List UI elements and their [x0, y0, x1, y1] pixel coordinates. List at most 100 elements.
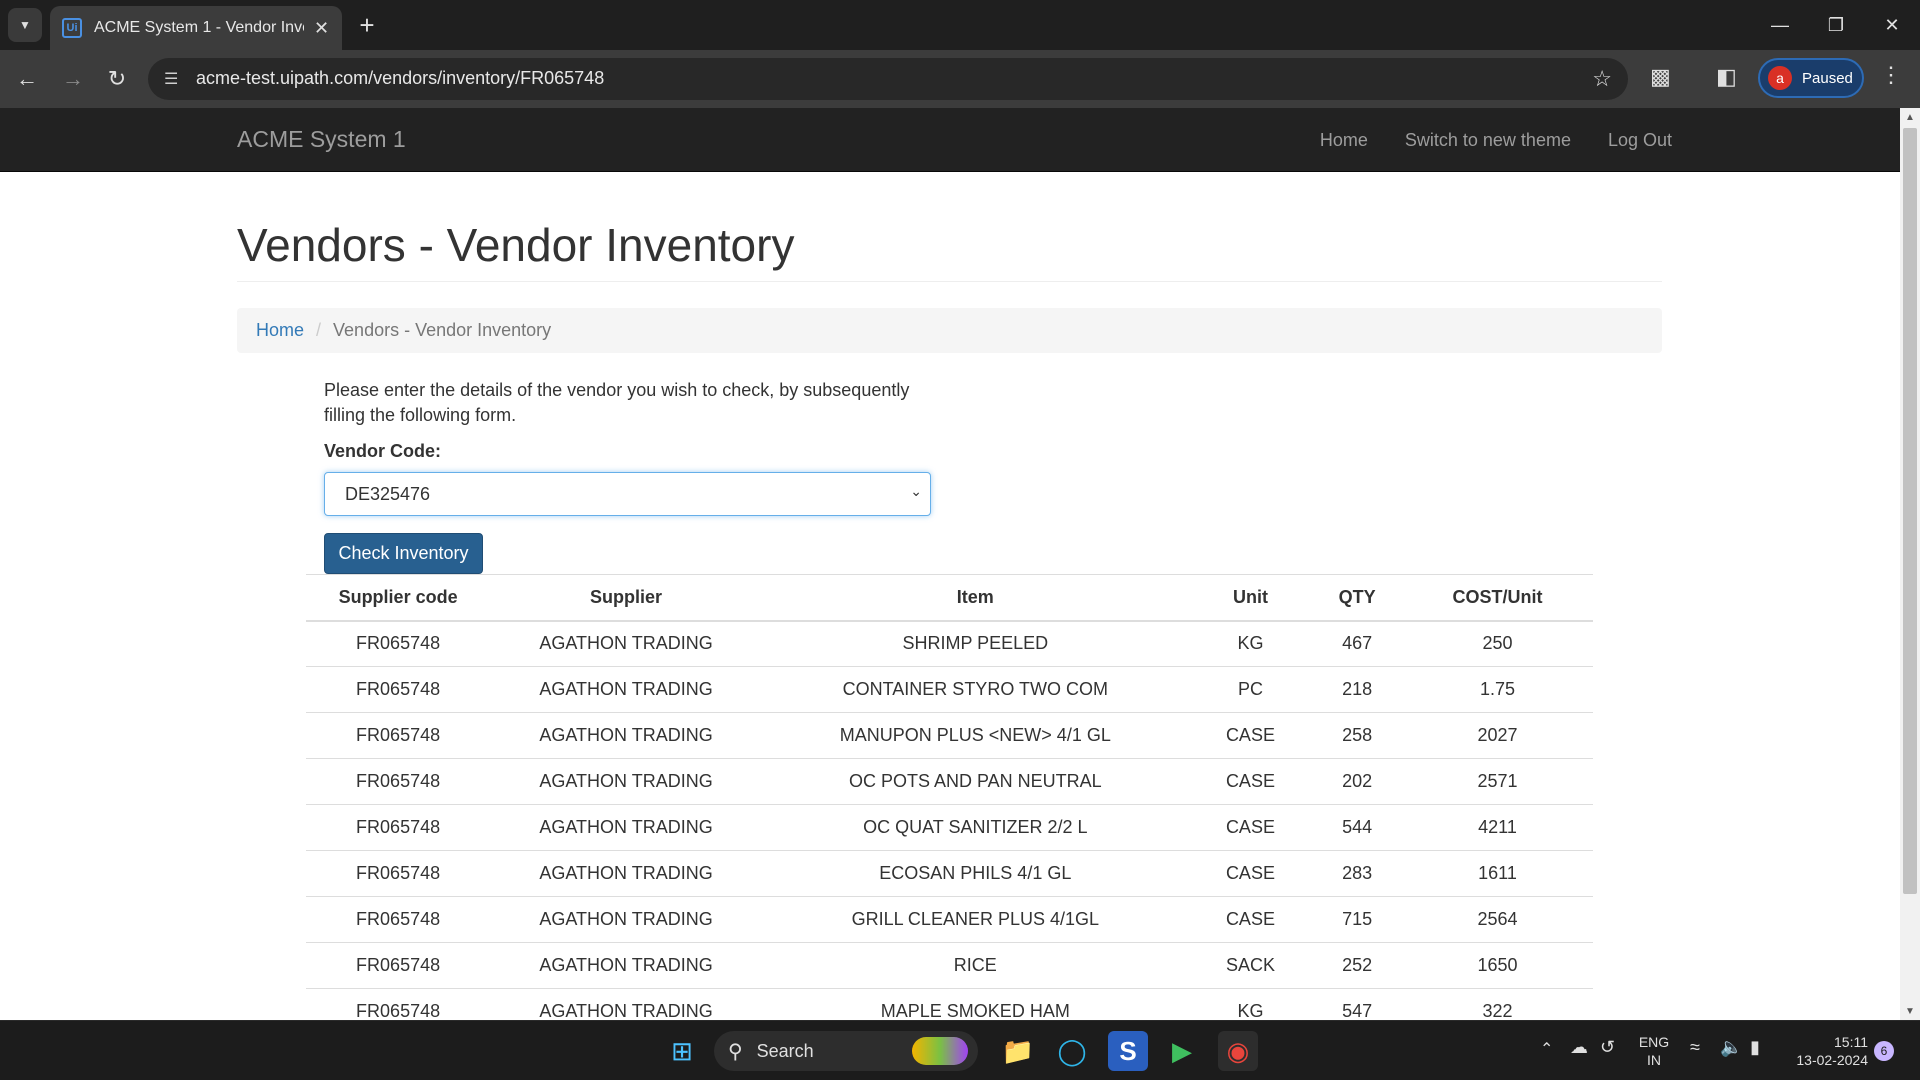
- address-bar[interactable]: ☰ acme-test.uipath.com/vendors/inventory…: [148, 58, 1628, 100]
- onedrive-cloud-icon[interactable]: ☁: [1570, 1037, 1588, 1058]
- page-title: Vendors - Vendor Inventory: [237, 219, 795, 271]
- uipath-assistant-icon[interactable]: ▶: [1162, 1031, 1202, 1071]
- cell-unit: CASE: [1188, 896, 1313, 943]
- vendor-code-select[interactable]: DE325476 ⌄: [324, 472, 931, 516]
- language-code: ENG: [1638, 1034, 1670, 1050]
- sync-icon[interactable]: ↺: [1600, 1037, 1615, 1058]
- cell-qty: 202: [1312, 758, 1403, 805]
- cell-cost: 2027: [1402, 712, 1593, 759]
- profile-button[interactable]: a Paused: [1758, 58, 1864, 98]
- edge-browser-icon[interactable]: ◯: [1052, 1031, 1092, 1071]
- uipath-favicon-icon: Ui: [62, 18, 82, 38]
- table-row: FR065748 AGATHON TRADING MAPLE SMOKED HA…: [306, 988, 1593, 1020]
- nav-switch-theme-link[interactable]: Switch to new theme: [1405, 130, 1571, 151]
- minimize-icon[interactable]: —: [1752, 0, 1808, 50]
- wifi-icon[interactable]: ≈: [1690, 1037, 1700, 1058]
- back-arrow-icon[interactable]: ←: [10, 62, 44, 96]
- close-tab-icon[interactable]: ✕: [314, 18, 329, 39]
- cell-supplier: AGATHON TRADING: [490, 850, 762, 897]
- close-window-icon[interactable]: ✕: [1864, 0, 1920, 50]
- language-indicator[interactable]: ENG IN: [1632, 1033, 1676, 1069]
- tab-search-button[interactable]: ▼: [8, 8, 42, 42]
- browser-tab[interactable]: Ui ACME System 1 - Vendor Inventory ✕: [50, 6, 342, 50]
- site-navbar: ACME System 1 Home Switch to new theme L…: [0, 108, 1900, 172]
- cell-item: MANUPON PLUS <NEW> 4/1 GL: [761, 712, 1189, 759]
- restore-icon[interactable]: ❐: [1808, 0, 1864, 50]
- table-row: FR065748 AGATHON TRADING CONTAINER STYRO…: [306, 666, 1593, 713]
- new-tab-button[interactable]: +: [352, 10, 382, 40]
- cell-unit: CASE: [1188, 758, 1313, 805]
- volume-icon[interactable]: 🔈: [1720, 1037, 1742, 1058]
- scroll-down-arrow-icon[interactable]: ▼: [1900, 1002, 1920, 1020]
- bookmark-star-icon[interactable]: ☆: [1592, 66, 1612, 92]
- cell-cost: 1.75: [1402, 666, 1593, 713]
- col-item: Item: [761, 574, 1189, 622]
- file-explorer-icon[interactable]: 📁: [998, 1031, 1038, 1071]
- cell-unit: CASE: [1188, 712, 1313, 759]
- table-row: FR065748 AGATHON TRADING SHRIMP PEELED K…: [306, 620, 1593, 667]
- window-controls: — ❐ ✕: [1752, 0, 1920, 50]
- cell-item: MAPLE SMOKED HAM: [761, 988, 1189, 1020]
- page-scrollbar[interactable]: ▲ ▼: [1900, 108, 1920, 1020]
- battery-icon[interactable]: ▮: [1750, 1037, 1760, 1058]
- check-inventory-button[interactable]: Check Inventory: [324, 533, 483, 574]
- uipath-studio-icon[interactable]: S: [1108, 1031, 1148, 1071]
- inventory-table: Supplier code Supplier Item Unit QTY COS…: [306, 574, 1593, 1020]
- browser-menu-icon[interactable]: ⋮: [1880, 62, 1902, 88]
- cell-item: CONTAINER STYRO TWO COM: [761, 666, 1189, 713]
- vendor-code-value: DE325476: [345, 483, 431, 504]
- site-info-icon[interactable]: ☰: [164, 69, 178, 89]
- chrome-icon[interactable]: ◉: [1218, 1031, 1258, 1071]
- brand-link[interactable]: ACME System 1: [237, 126, 406, 153]
- cell-supplier: AGATHON TRADING: [490, 804, 762, 851]
- cell-unit: KG: [1188, 988, 1313, 1020]
- cell-qty: 283: [1312, 850, 1403, 897]
- windows-start-icon[interactable]: ⊞: [662, 1031, 702, 1071]
- clock-time: 15:11: [1834, 1034, 1868, 1050]
- table-row: FR065748 AGATHON TRADING MANUPON PLUS <N…: [306, 712, 1593, 759]
- table-row: FR065748 AGATHON TRADING GRILL CLEANER P…: [306, 896, 1593, 943]
- nav-links: Home Switch to new theme Log Out: [1320, 108, 1672, 172]
- search-icon: ⚲: [728, 1040, 743, 1063]
- cell-item: ECOSAN PHILS 4/1 GL: [761, 850, 1189, 897]
- taskbar-search-label: Search: [756, 1040, 814, 1061]
- chevron-up-icon[interactable]: ⌃: [1540, 1039, 1553, 1059]
- col-supplier: Supplier: [490, 574, 762, 622]
- cell-unit: KG: [1188, 620, 1313, 667]
- cell-supplier-code: FR065748: [306, 850, 491, 897]
- url-text[interactable]: acme-test.uipath.com/vendors/inventory/F…: [196, 68, 604, 89]
- chevron-down-icon: ⌄: [910, 483, 922, 499]
- form-instructions: Please enter the details of the vendor y…: [324, 380, 910, 425]
- cell-cost: 2564: [1402, 896, 1593, 943]
- windows-taskbar: ⊞ ⚲ Search 📁 ◯ S ▶ ◉ ⌃ ☁ ↺ ENG IN ≈ 🔈 ▮ …: [0, 1020, 1920, 1080]
- forward-arrow-icon[interactable]: →: [56, 62, 90, 96]
- cell-item: OC QUAT SANITIZER 2/2 L: [761, 804, 1189, 851]
- table-row: FR065748 AGATHON TRADING OC POTS AND PAN…: [306, 758, 1593, 805]
- side-panel-icon[interactable]: ◧: [1716, 64, 1737, 90]
- cell-unit: CASE: [1188, 804, 1313, 851]
- reload-icon[interactable]: ↻: [100, 62, 134, 96]
- vendor-code-label: Vendor Code:: [324, 441, 442, 461]
- nav-home-link[interactable]: Home: [1320, 130, 1368, 151]
- cell-cost: 1611: [1402, 850, 1593, 897]
- cell-supplier: AGATHON TRADING: [490, 620, 762, 667]
- cell-item: GRILL CLEANER PLUS 4/1GL: [761, 896, 1189, 943]
- cell-unit: PC: [1188, 666, 1313, 713]
- col-cost-unit: COST/Unit: [1402, 574, 1593, 622]
- cell-supplier-code: FR065748: [306, 942, 491, 989]
- breadcrumb-home-link[interactable]: Home: [256, 320, 304, 341]
- nav-logout-link[interactable]: Log Out: [1608, 130, 1672, 151]
- tab-title: ACME System 1 - Vendor Inventory: [94, 19, 304, 36]
- notification-badge[interactable]: 6: [1874, 1041, 1894, 1061]
- cell-supplier-code: FR065748: [306, 666, 491, 713]
- cell-cost: 1650: [1402, 942, 1593, 989]
- cell-supplier: AGATHON TRADING: [490, 666, 762, 713]
- scroll-up-arrow-icon[interactable]: ▲: [1900, 108, 1920, 126]
- system-clock[interactable]: 15:11 13-02-2024: [1784, 1033, 1868, 1069]
- taskbar-search[interactable]: ⚲ Search: [714, 1031, 978, 1071]
- page-viewport: ACME System 1 Home Switch to new theme L…: [0, 108, 1900, 1020]
- cell-unit: CASE: [1188, 850, 1313, 897]
- extensions-icon[interactable]: ▩: [1650, 64, 1671, 90]
- cell-supplier-code: FR065748: [306, 758, 491, 805]
- scrollbar-thumb[interactable]: [1903, 128, 1917, 894]
